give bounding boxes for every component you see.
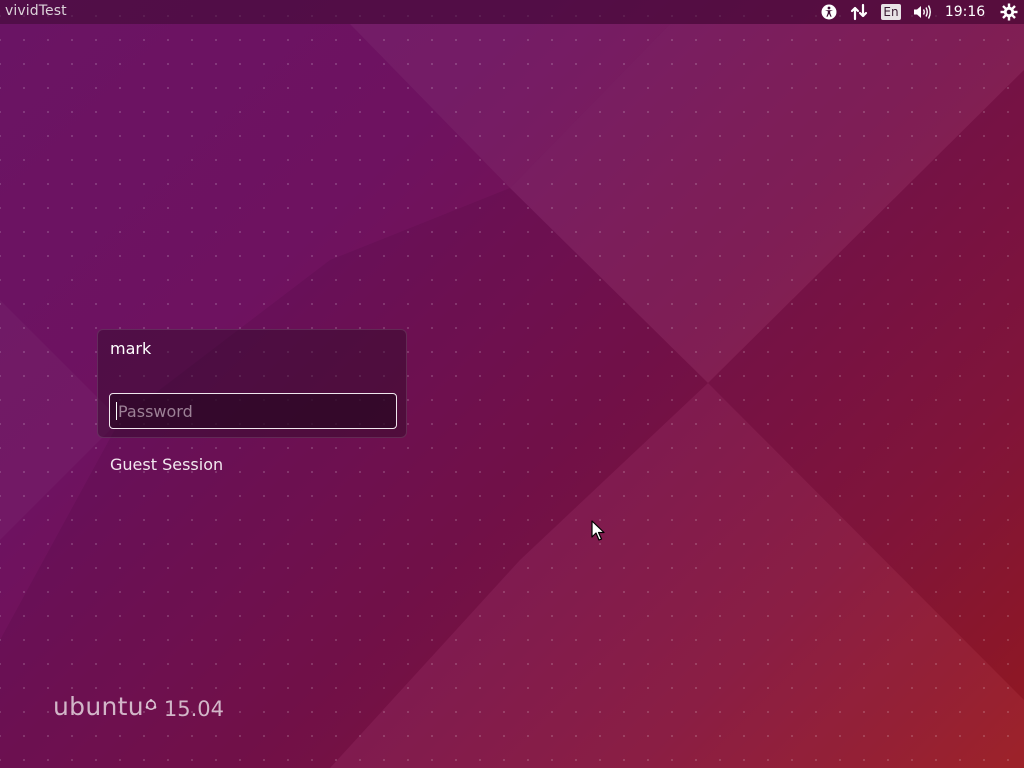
ubuntu-branding: ubuntu 15.04 bbox=[53, 692, 224, 721]
panel-indicators: En 19:16 bbox=[814, 0, 1024, 24]
ubuntu-logo-text: ubuntu bbox=[53, 692, 144, 721]
circle-of-friends-icon bbox=[145, 696, 157, 715]
network-icon[interactable] bbox=[844, 0, 874, 24]
password-input[interactable] bbox=[109, 393, 397, 429]
top-panel: vividTest En 19:16 bbox=[0, 0, 1024, 24]
keyboard-language-icon: En bbox=[881, 4, 901, 20]
clock[interactable]: 19:16 bbox=[936, 0, 994, 24]
mouse-pointer-icon bbox=[591, 520, 605, 546]
accessibility-icon[interactable] bbox=[814, 0, 844, 24]
ubuntu-version: 15.04 bbox=[163, 697, 224, 721]
power-gear-icon[interactable] bbox=[994, 0, 1024, 24]
keyboard-language-indicator[interactable]: En bbox=[874, 0, 908, 24]
guest-session-button[interactable]: Guest Session bbox=[110, 455, 223, 474]
user-name[interactable]: mark bbox=[110, 339, 151, 358]
text-caret bbox=[116, 402, 117, 420]
volume-icon[interactable] bbox=[908, 0, 936, 24]
host-name: vividTest bbox=[5, 3, 67, 19]
login-box: mark bbox=[97, 329, 407, 438]
